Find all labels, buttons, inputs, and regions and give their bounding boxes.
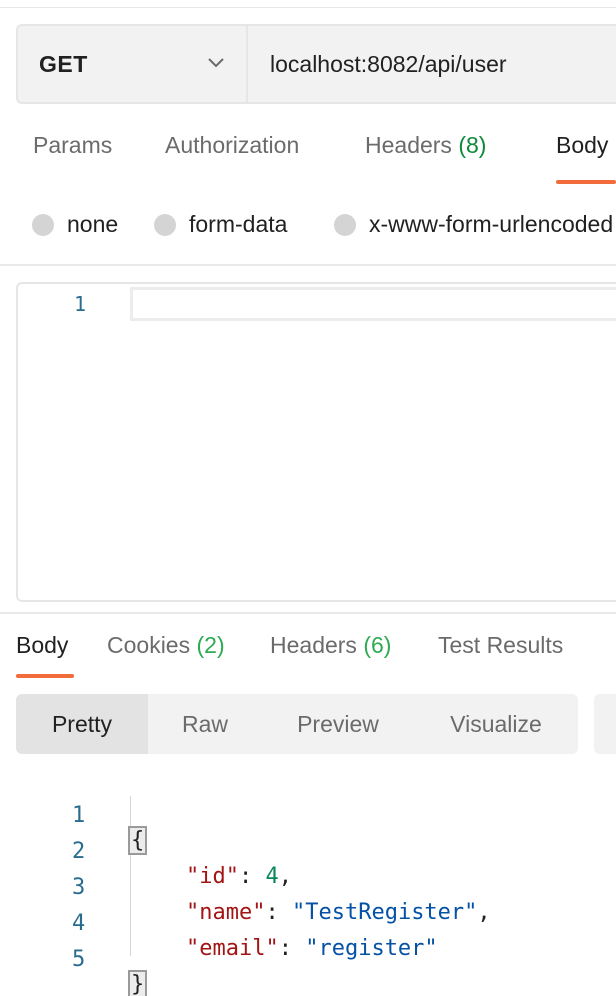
top-divider [0, 7, 616, 8]
json-key: "name" [186, 900, 266, 925]
view-mode-selector: Pretty Raw Preview Visualize [16, 694, 578, 754]
tab-headers-label: Headers [365, 132, 452, 158]
radio-circle-icon [32, 213, 54, 236]
code-line: 5 } [0, 922, 148, 996]
tab-headers-count: (8) [458, 132, 487, 158]
response-tabs: Body Cookies (2) Headers (6) Test Result… [0, 632, 616, 672]
json-comma: , [278, 864, 292, 889]
resp-tab-body[interactable]: Body [16, 632, 68, 659]
json-value: 4 [265, 864, 279, 889]
view-preview-button[interactable]: Preview [262, 694, 414, 754]
view-pretty-button[interactable]: Pretty [16, 694, 148, 754]
close-brace: } [127, 970, 148, 996]
tab-body-label: Body [556, 132, 609, 158]
code-line: 4 "email": "register" [72, 911, 438, 961]
open-brace: { [127, 826, 148, 855]
current-line-highlight [130, 287, 616, 321]
radio-none[interactable]: none [32, 211, 118, 238]
json-comma: , [477, 900, 491, 925]
resp-tab-test-results[interactable]: Test Results [438, 632, 563, 659]
resp-tab-headers[interactable]: Headers (6) [270, 632, 391, 659]
view-visualize-button[interactable]: Visualize [414, 694, 578, 754]
resp-tab-cookies-label: Cookies [107, 632, 191, 658]
view-raw-button[interactable]: Raw [148, 694, 262, 754]
method-dropdown[interactable]: GET [18, 26, 248, 102]
tab-authorization-label: Authorization [165, 132, 300, 158]
resp-tab-headers-count: (6) [363, 632, 392, 658]
radio-form-data-label: form-data [189, 211, 288, 237]
json-key: "email" [186, 936, 279, 961]
postman-request-view: GET localhost:8082/api/user Params Autho… [0, 0, 616, 996]
tab-params-label: Params [33, 132, 113, 158]
code-line: 2 "id": 4, [72, 839, 292, 889]
tab-body[interactable]: Body [556, 132, 608, 159]
resp-tab-test-results-label: Test Results [438, 632, 564, 658]
request-body-editor[interactable]: 1 [16, 282, 616, 602]
radio-form-data[interactable]: form-data [154, 211, 287, 238]
section-divider [0, 264, 616, 266]
indent-guide [130, 796, 131, 956]
response-divider[interactable] [0, 612, 616, 614]
radio-urlencoded-label: x-www-form-urlencoded [369, 211, 614, 237]
code-line: 3 "name": "TestRegister", [72, 875, 491, 925]
method-label: GET [39, 50, 88, 77]
tab-headers[interactable]: Headers (8) [365, 132, 486, 159]
json-key: "id" [186, 864, 239, 889]
resp-tab-headers-label: Headers [270, 632, 357, 658]
chevron-down-icon [208, 58, 224, 68]
request-bar: GET localhost:8082/api/user [16, 24, 616, 104]
json-value: "TestRegister" [291, 900, 478, 925]
radio-circle-icon [154, 213, 176, 236]
resp-tab-cookies[interactable]: Cookies (2) [107, 632, 225, 659]
tab-authorization[interactable]: Authorization [165, 132, 299, 159]
tab-params[interactable]: Params [33, 132, 112, 159]
format-dropdown[interactable] [594, 694, 616, 754]
code-line: 1 { [0, 778, 148, 855]
line-number: 5 [72, 947, 86, 972]
request-tabs: Params Authorization Headers (8) Body [0, 132, 616, 184]
active-tab-indicator [556, 180, 616, 184]
json-value: "register" [305, 936, 438, 961]
url-input[interactable]: localhost:8082/api/user [248, 26, 616, 102]
resp-tab-cookies-count: (2) [196, 632, 225, 658]
radio-circle-icon [334, 213, 356, 236]
radio-urlencoded[interactable]: x-www-form-urlencoded [334, 211, 613, 238]
editor-line-number: 1 [74, 292, 87, 316]
resp-tab-body-label: Body [16, 632, 69, 658]
body-type-options: none form-data x-www-form-urlencoded [0, 204, 616, 244]
response-body-viewer: 1 { 2 "id": 4, 3 "name": "TestRegister",… [0, 778, 616, 996]
response-active-tab-indicator [16, 674, 74, 678]
radio-none-label: none [67, 211, 119, 237]
